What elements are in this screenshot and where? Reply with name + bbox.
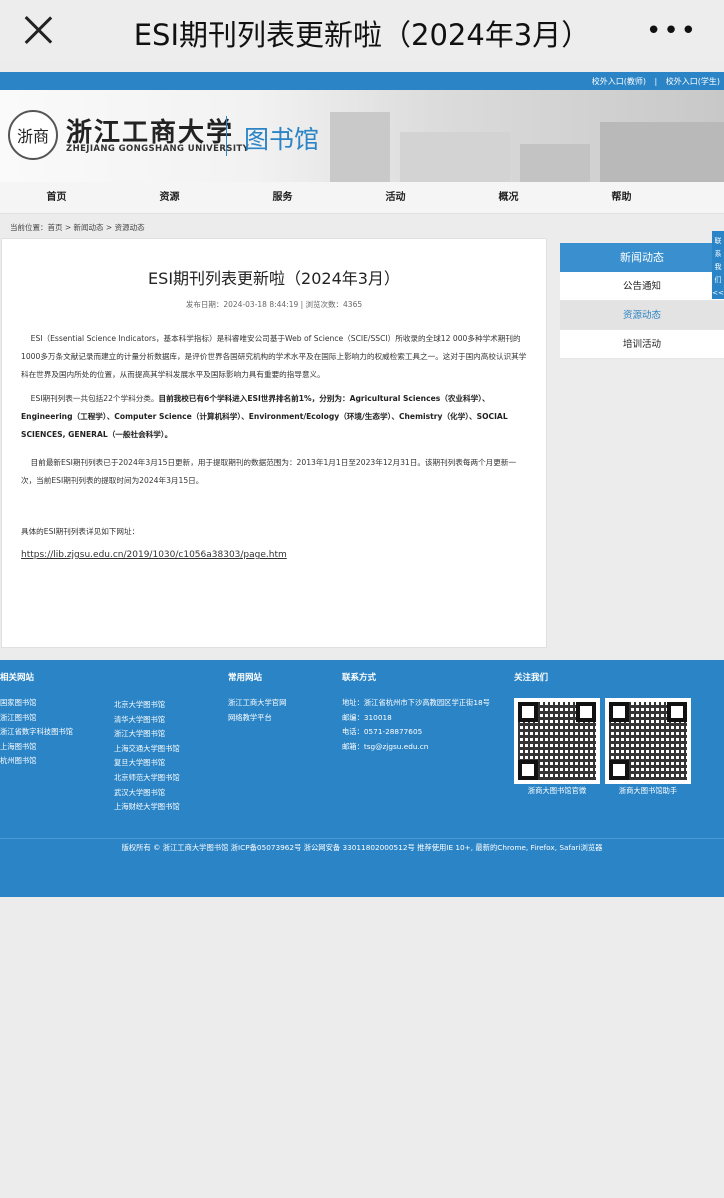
footer-link[interactable]: 网络教学平台 [228,711,286,726]
footer-link[interactable]: 浙江图书馆 [0,711,73,726]
paragraph-subjects: ESI期刊列表一共包括22个学科分类。目前我校已有6个学科进入ESI世界排名前1… [21,394,508,439]
footer-link[interactable]: 武汉大学图书馆 [114,786,180,801]
footer-link[interactable]: 北京师范大学图书馆 [114,771,180,786]
contact-float-tab[interactable]: 联系我们<< [712,231,724,299]
building-image [600,122,724,182]
footer-link[interactable]: 浙江省数字科技图书馆 [0,725,73,740]
article-panel: ESI期刊列表更新啦（2024年3月） 发布日期：2024-03-18 8:44… [1,238,547,648]
sidebar-item-training[interactable]: 培训活动 [560,330,724,359]
library-title[interactable]: 图书馆 [244,120,319,156]
related-sites-col2: 北京大学图书馆 清华大学图书馆 浙江大学图书馆 上海交通大学图书馆 复旦大学图书… [114,698,180,815]
copyright: 版权所有 © 浙江工商大学图书馆 浙ICP备05073962号 浙公网安备 33… [121,843,603,852]
footer-link[interactable]: 清华大学图书馆 [114,713,180,728]
contact-title: 联系方式 [342,673,377,683]
app-title-bar: ESI期刊列表更新啦（2024年3月） ••• [0,0,724,62]
footer-divider [0,838,724,839]
related-sites-col1: 相关网站 国家图书馆 浙江图书馆 浙江省数字科技图书馆 上海图书馆 杭州图书馆 [0,672,73,769]
article-meta: 发布日期：2024-03-18 8:44:19 | 浏览次数：4365 [185,300,363,309]
follow-us-title: 关注我们 [514,673,549,683]
qr-code-icon [514,698,600,784]
nav-overview[interactable]: 概况 [452,182,565,213]
contact-address: 地址：浙江省杭州市下沙高教园区学正街18号 [342,698,490,707]
footer-link[interactable]: 上海交通大学图书馆 [114,742,180,757]
follow-us: 关注我们 [514,672,548,696]
building-image [330,112,390,182]
footer-link[interactable]: 浙江大学图书馆 [114,727,180,742]
esi-list-link[interactable]: https://lib.zjgsu.edu.cn/2019/1030/c1056… [21,546,527,564]
sidebar-header: 新闻动态 [560,243,724,272]
student-entry-link[interactable]: 校外入口(学生) [666,77,720,86]
qr-caption: 浙商大图书馆助手 [618,786,678,795]
page-blank-area [0,897,724,1198]
paragraph-intro: ESI（Essential Science Indicators，基本科学指标）… [21,334,527,379]
footer-link[interactable]: 上海图书馆 [0,740,73,755]
qr-caption: 浙商大图书馆官微 [527,786,587,795]
university-seal-icon: 浙商 [8,110,58,160]
nav-help[interactable]: 帮助 [565,182,678,213]
nav-activities[interactable]: 活动 [339,182,452,213]
footer-link[interactable]: 杭州图书馆 [0,754,73,769]
contact-phone: 电话：0571-28877605 [342,727,423,737]
nav-services[interactable]: 服务 [226,182,339,213]
divider: | [654,77,658,86]
teacher-entry-link[interactable]: 校外入口(教师) [592,77,646,86]
contact-info: 联系方式 地址：浙江省杭州市下沙高教园区学正街18号 邮编：310018 电话：… [342,672,490,754]
article-title: ESI期刊列表更新啦（2024年3月） [148,269,400,288]
qr-code-icon [605,698,691,784]
sidebar-item-notices[interactable]: 公告通知 [560,272,724,301]
paragraph-link-intro: 具体的ESI期刊列表详见如下网址： [21,527,140,536]
sidebar: 新闻动态 公告通知 资源动态 培训活动 [560,243,724,359]
university-name-en: ZHEJIANG GONGSHANG UNIVERSITY [66,144,250,154]
site-footer: 相关网站 国家图书馆 浙江图书馆 浙江省数字科技图书馆 上海图书馆 杭州图书馆 … [0,660,724,897]
utility-bar: 校外入口(教师) | 校外入口(学生) [0,72,724,90]
footer-link[interactable]: 北京大学图书馆 [114,698,180,713]
common-sites: 常用网站 浙江工商大学官网 网络教学平台 [228,672,286,725]
footer-link[interactable]: 国家图书馆 [0,696,73,711]
sidebar-item-resource-news[interactable]: 资源动态 [560,301,724,330]
contact-postcode: 邮编：310018 [342,712,392,722]
footer-link[interactable]: 复旦大学图书馆 [114,756,180,771]
page-title: ESI期刊列表更新啦（2024年3月） [133,18,591,52]
main-nav: 首页 资源 服务 活动 概况 帮助 [0,182,724,214]
building-image [520,144,590,182]
contact-email[interactable]: 邮箱：tsg@zjgsu.edu.cn [342,740,490,755]
site-banner: 浙商 浙江工商大学 ZHEJIANG GONGSHANG UNIVERSITY … [0,90,724,182]
paragraph-update: 目前最新ESI期刊列表已于2024年3月15日更新，用于提取期刊的数据范围为：2… [21,458,517,485]
nav-home[interactable]: 首页 [0,182,113,213]
footer-link[interactable]: 上海财经大学图书馆 [114,800,180,815]
more-options-icon[interactable]: ••• [646,16,698,46]
nav-resources[interactable]: 资源 [113,182,226,213]
footer-link[interactable]: 浙江工商大学官网 [228,696,286,711]
building-image [400,132,510,182]
common-sites-title: 常用网站 [228,673,263,683]
logo-divider [226,116,227,156]
breadcrumb: 当前位置：首页 > 新闻动态 > 资源动态 [10,223,145,232]
related-sites-title: 相关网站 [0,673,35,683]
